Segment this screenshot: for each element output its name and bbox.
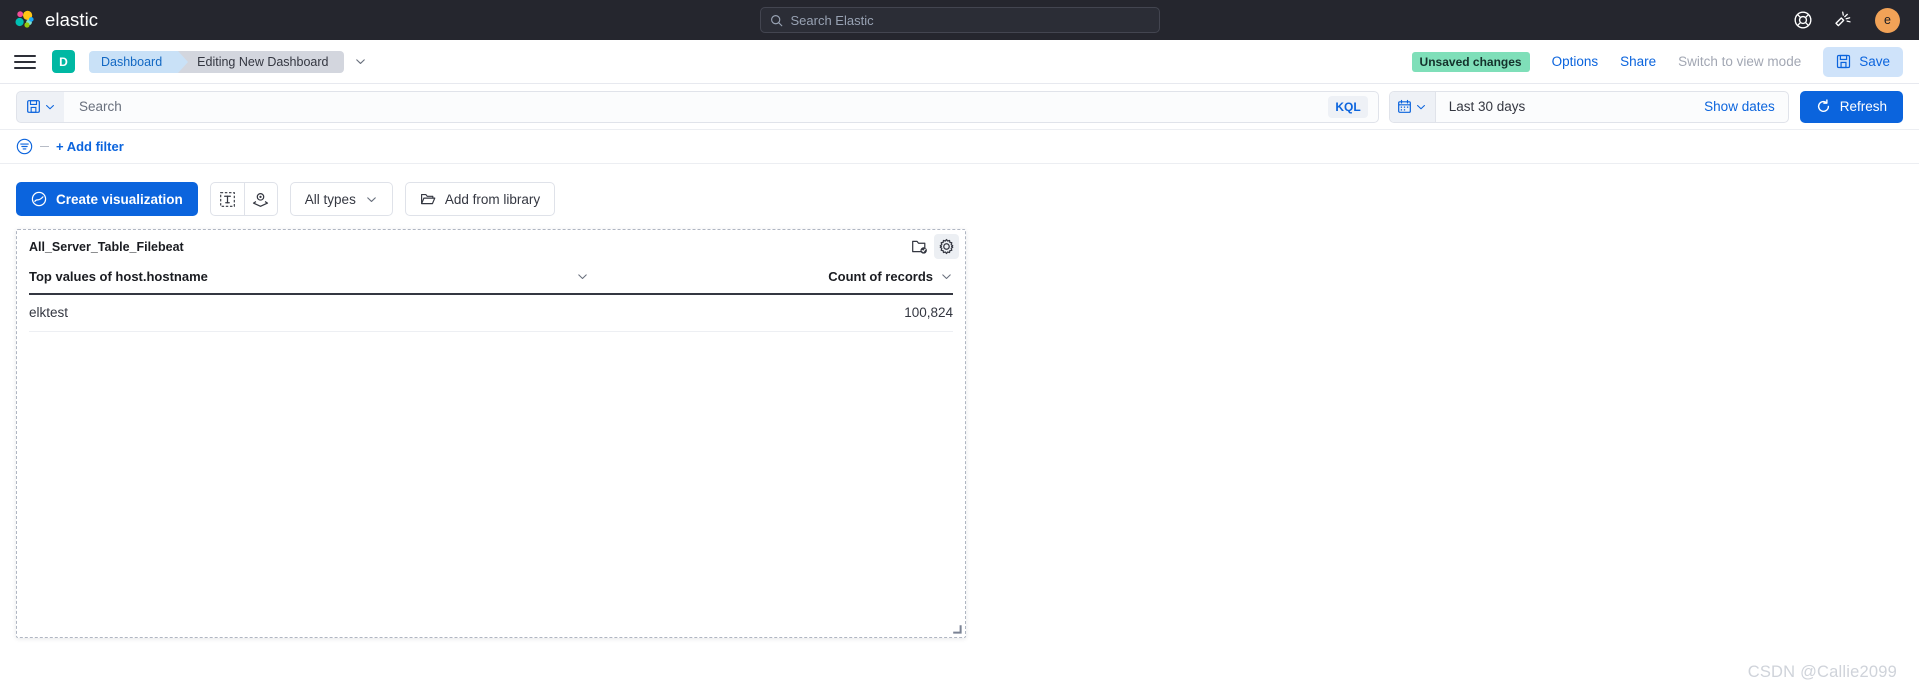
add-filter-button[interactable]: + Add filter (56, 139, 124, 154)
refresh-button-label: Refresh (1839, 99, 1887, 114)
date-picker-group: Last 30 days Show dates (1388, 90, 1789, 123)
global-search-placeholder: Search Elastic (790, 12, 874, 28)
text-annotation-icon[interactable] (211, 183, 244, 215)
query-input-wrapper[interactable]: KQL (64, 90, 1379, 123)
table-row[interactable]: elktest 100,824 (29, 294, 953, 332)
table-body: elktest 100,824 (29, 294, 953, 332)
column-header-hostname-label: Top values of host.hostname (29, 269, 208, 284)
search-icon (770, 14, 782, 26)
folder-check-icon (912, 240, 927, 254)
refresh-icon (1817, 99, 1829, 112)
cell-count: 100,824 (588, 294, 953, 332)
add-from-library-button[interactable]: Add from library (404, 182, 556, 216)
filter-separator (40, 146, 49, 147)
breadcrumb: Dashboard Editing New Dashboard (89, 50, 367, 73)
elastic-logo-icon (15, 10, 34, 28)
panel-library-button[interactable] (907, 234, 932, 259)
dashboard-toolbar: Create visualization All types Add from … (0, 164, 1919, 229)
column-header-count[interactable]: Count of records (588, 263, 953, 295)
lens-visualize-icon (31, 191, 47, 207)
brand-block[interactable]: elastic (0, 9, 98, 31)
query-input-group: KQL (16, 90, 1379, 123)
megaphone-announcements-icon[interactable] (1834, 10, 1854, 30)
all-types-label: All types (304, 191, 356, 207)
add-from-library-label: Add from library (444, 191, 541, 207)
column-header-hostname[interactable]: Top values of host.hostname (29, 263, 589, 295)
saved-query-button[interactable] (16, 90, 64, 123)
breadcrumb-bar: D Dashboard Editing New Dashboard Unsave… (0, 40, 1919, 84)
share-button[interactable]: Share (1620, 54, 1656, 69)
breadcrumb-chevron-down-icon[interactable] (354, 55, 367, 68)
options-button[interactable]: Options (1552, 54, 1599, 69)
all-types-dropdown[interactable]: All types (289, 182, 393, 216)
space-badge[interactable]: D (52, 50, 75, 73)
status-badge-unsaved: Unsaved changes (1411, 51, 1530, 72)
chevron-down-icon (1417, 104, 1426, 109)
date-quick-select-button[interactable] (1389, 91, 1436, 122)
table-head: Top values of host.hostname Count of rec… (29, 263, 953, 295)
panel-header: All_Server_Table_Filebeat (17, 230, 965, 263)
chevron-down-icon (942, 274, 951, 279)
chevron-down-icon (367, 196, 376, 202)
filter-bar: + Add filter (0, 130, 1919, 164)
show-dates-button[interactable]: Show dates (1691, 92, 1788, 122)
panel-header-actions (907, 234, 959, 259)
calendar-icon (1398, 99, 1412, 113)
folder-open-icon (420, 193, 436, 205)
chevron-down-icon (45, 104, 54, 109)
gear-settings-icon (939, 238, 954, 255)
query-bar: KQL Last 30 days Show dates Refre (0, 84, 1919, 130)
panel-body: Top values of host.hostname Count of rec… (17, 263, 965, 637)
save-button-label: Save (1859, 54, 1890, 69)
header-actions: e (1793, 7, 1919, 33)
date-range-display[interactable]: Last 30 days (1436, 92, 1691, 122)
panel-settings-button[interactable] (934, 234, 959, 259)
table-header-row: Top values of host.hostname Count of rec… (29, 263, 953, 295)
dashboard-panel[interactable]: All_Server_Table_Filebeat Top values of … (16, 229, 966, 638)
create-visualization-label: Create visualization (56, 191, 183, 207)
global-search-input[interactable]: Search Elastic (759, 7, 1160, 33)
switch-view-mode-button[interactable]: Switch to view mode (1678, 54, 1801, 69)
lens-datatable: Top values of host.hostname Count of rec… (29, 263, 953, 332)
breadcrumb-item-dashboard[interactable]: Dashboard (89, 50, 189, 73)
watermark: CSDN @Callie2099 (1747, 663, 1897, 681)
user-avatar[interactable]: e (1875, 7, 1900, 33)
brand-name: elastic (45, 9, 99, 30)
save-button[interactable]: Save (1823, 46, 1903, 77)
global-header: elastic Search Elastic e (0, 0, 1919, 40)
map-marker-layers-icon[interactable] (243, 183, 277, 215)
saved-query-disk-icon (26, 100, 40, 113)
filter-funnel-icon[interactable] (16, 138, 33, 155)
refresh-button[interactable]: Refresh (1799, 90, 1903, 123)
hamburger-menu-icon[interactable] (14, 54, 36, 70)
cell-hostname: elktest (29, 294, 589, 332)
resize-handle-icon[interactable] (951, 623, 962, 634)
search-input[interactable] (77, 91, 1329, 122)
breadcrumb-item-editing[interactable]: Editing New Dashboard (177, 50, 345, 73)
query-language-button[interactable]: KQL (1328, 95, 1368, 118)
save-disk-icon (1837, 54, 1851, 69)
quick-panel-buttons (209, 182, 278, 216)
create-visualization-button[interactable]: Create visualization (16, 182, 198, 216)
panel-title[interactable]: All_Server_Table_Filebeat (29, 240, 184, 254)
chevron-down-icon (578, 274, 587, 279)
dashboard-canvas: All_Server_Table_Filebeat Top values of … (0, 229, 1919, 638)
dashboard-top-actions: Unsaved changes Options Share Switch to … (1411, 46, 1903, 77)
column-header-count-label: Count of records (828, 269, 933, 284)
lifebuoy-help-icon[interactable] (1793, 10, 1813, 30)
